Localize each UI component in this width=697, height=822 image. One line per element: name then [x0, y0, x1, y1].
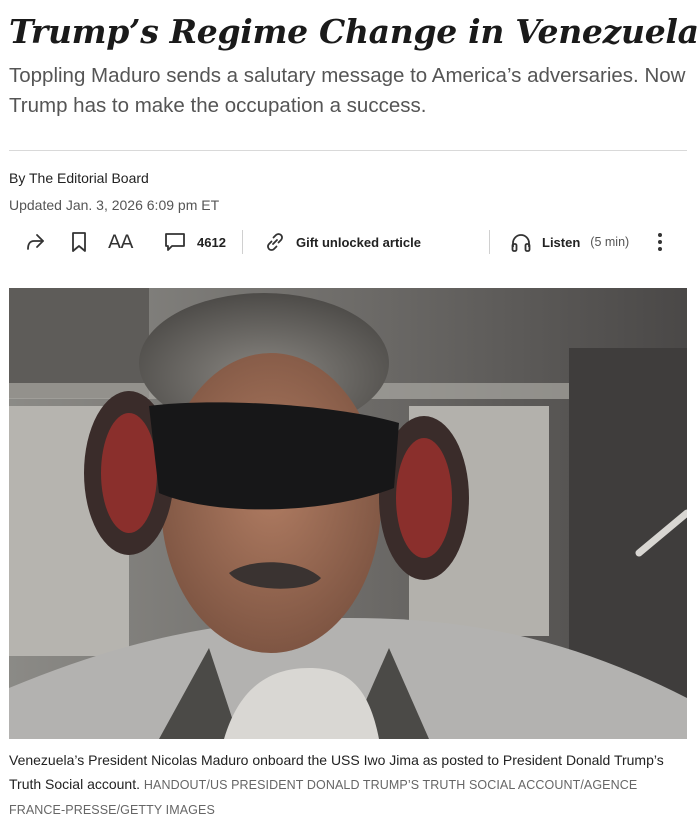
photo-caption: Venezuela’s President Nicolas Maduro onb…	[9, 748, 689, 822]
listen-label: Listen	[542, 234, 581, 250]
gift-article-button[interactable]: Gift unlocked article	[263, 224, 421, 260]
share-icon	[23, 230, 47, 254]
more-icon	[654, 230, 666, 254]
comment-icon	[163, 230, 187, 254]
comment-count: 4612	[197, 234, 226, 250]
listen-duration: (5 min)	[590, 235, 630, 249]
toolbar-separator	[242, 230, 243, 254]
comments-button[interactable]: 4612	[163, 224, 226, 260]
gift-label: Gift unlocked article	[296, 234, 421, 250]
updated-timestamp: Updated Jan. 3, 2026 6:09 pm ET	[9, 197, 220, 213]
font-size-icon: AA	[108, 231, 134, 253]
listen-button[interactable]: Listen (5 min)	[509, 224, 629, 260]
link-icon	[263, 230, 287, 254]
share-button[interactable]	[23, 224, 47, 260]
divider	[9, 150, 687, 151]
headline: Trump’s Regime Change in Venezuela	[9, 12, 697, 51]
bookmark-icon	[69, 230, 89, 254]
byline: By The Editorial Board	[9, 169, 149, 187]
author-link[interactable]: The Editorial Board	[29, 170, 149, 186]
byline-prefix: By	[9, 170, 29, 186]
article-toolbar: AA 4612 Gift unlocked article Listen (5 …	[9, 224, 687, 260]
toolbar-separator	[489, 230, 490, 254]
article-photo	[9, 288, 687, 739]
bookmark-button[interactable]	[69, 224, 89, 260]
article-dek: Toppling Maduro sends a salutary message…	[9, 64, 686, 117]
headphones-icon	[509, 230, 533, 254]
font-size-button[interactable]: AA	[108, 224, 134, 260]
more-options-button[interactable]	[654, 224, 666, 260]
